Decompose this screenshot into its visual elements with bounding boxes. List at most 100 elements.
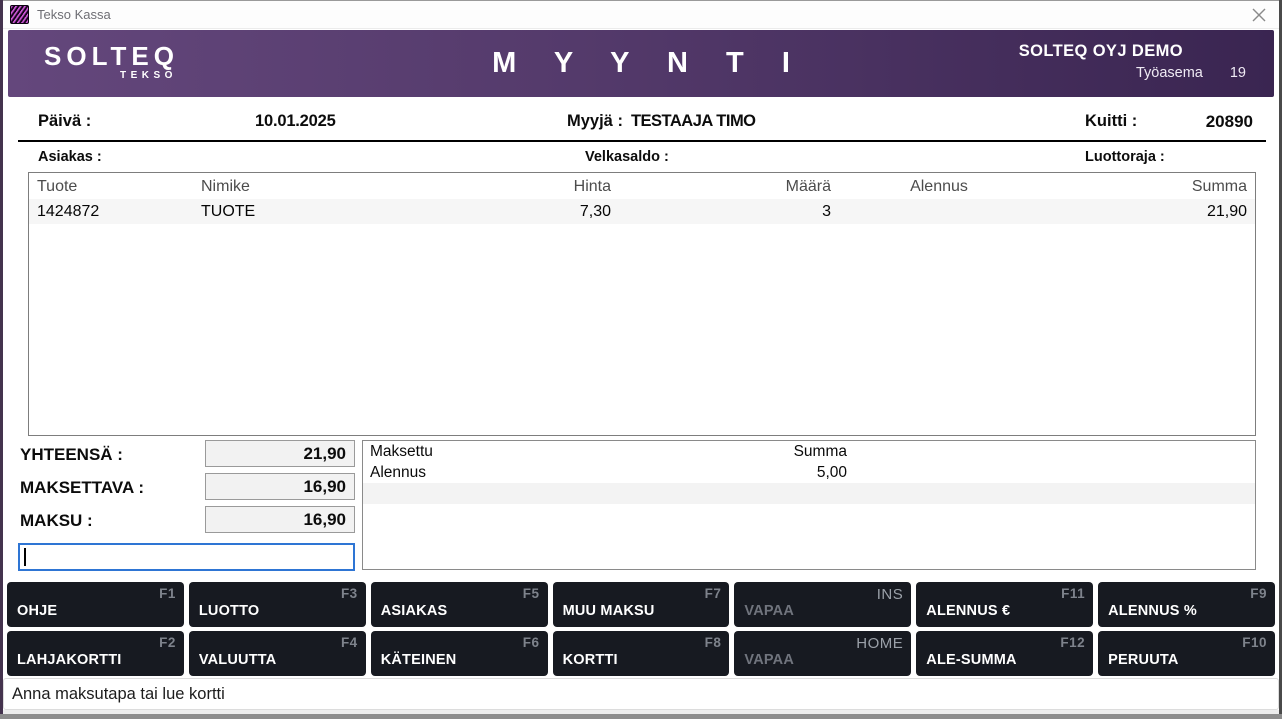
cell-tuote: 1424872 xyxy=(29,199,193,224)
button-vapaa-home: VAPAA HOME xyxy=(734,631,911,676)
app-header: SOLTEQ TEKSO M Y Y N T I SOLTEQ OYJ DEMO… xyxy=(8,30,1274,97)
col-header-tuote: Tuote xyxy=(29,173,193,199)
workstation-value: 19 xyxy=(1230,65,1246,81)
title-bar: Tekso Kassa xyxy=(3,1,1279,29)
payment-row-name: Alennus xyxy=(363,462,721,483)
status-bar: Anna maksutapa tai lue kortti xyxy=(3,678,1279,710)
button-key-hint: F3 xyxy=(341,586,358,601)
button-asiakas[interactable]: ASIAKAS F5 xyxy=(371,582,548,627)
cell-hinta: 7,30 xyxy=(421,199,619,224)
col-header-hinta: Hinta xyxy=(421,173,619,199)
items-table: Tuote Nimike Hinta Määrä Alennus Summa 1… xyxy=(28,172,1256,436)
total-label: YHTEENSÄ : xyxy=(20,445,123,465)
cell-summa: 21,90 xyxy=(1039,199,1255,224)
button-key-hint: F5 xyxy=(523,586,540,601)
header-right-block: SOLTEQ OYJ DEMO Työasema 19 xyxy=(1019,42,1260,81)
button-key-hint: HOME xyxy=(856,635,903,652)
button-key-hint: F2 xyxy=(159,635,176,650)
button-vapaa-ins: VAPAA INS xyxy=(734,582,911,627)
button-label: MUU MAKSU xyxy=(563,603,655,619)
button-alennus-pct[interactable]: ALENNUS % F9 xyxy=(1098,582,1275,627)
button-kortti[interactable]: KORTTI F8 xyxy=(553,631,730,676)
spacer xyxy=(721,483,849,504)
button-label: OHJE xyxy=(17,603,57,619)
button-ale-summa[interactable]: ALE-SUMMA F12 xyxy=(916,631,1093,676)
button-label: ALENNUS % xyxy=(1108,603,1197,619)
button-key-hint: INS xyxy=(877,586,904,603)
button-label: LUOTTO xyxy=(199,603,260,619)
button-key-hint: F1 xyxy=(159,586,176,601)
button-lahjakortti[interactable]: LAHJAKORTTI F2 xyxy=(7,631,184,676)
window-title: Tekso Kassa xyxy=(37,7,111,22)
button-label: VAPAA xyxy=(744,603,794,619)
workstation-row: Työasema 19 xyxy=(1019,65,1260,81)
customer-label: Asiakas : xyxy=(38,149,102,165)
receipt-label: Kuitti : xyxy=(1085,112,1137,131)
button-label: ALE-SUMMA xyxy=(926,652,1016,668)
button-valuutta[interactable]: VALUUTTA F4 xyxy=(189,631,366,676)
window-border-top xyxy=(0,0,1282,1)
col-header-summa: Summa xyxy=(1039,173,1255,199)
button-ohje[interactable]: OHJE F1 xyxy=(7,582,184,627)
debt-balance-label: Velkasaldo : xyxy=(585,149,669,165)
col-header-nimike: Nimike xyxy=(193,173,421,199)
button-key-hint: F10 xyxy=(1242,635,1267,650)
button-label: VAPAA xyxy=(744,652,794,668)
seller-value: TESTAAJA TIMO xyxy=(631,112,756,131)
company-name: SOLTEQ OYJ DEMO xyxy=(1019,42,1260,61)
button-kateinen[interactable]: KÄTEINEN F6 xyxy=(371,631,548,676)
status-message: Anna maksutapa tai lue kortti xyxy=(12,685,225,704)
button-label: LAHJAKORTTI xyxy=(17,652,122,668)
receipt-value: 20890 xyxy=(1206,112,1253,132)
button-key-hint: F7 xyxy=(705,586,722,601)
payment-row-discount: Alennus 5,00 xyxy=(363,462,1255,483)
payment-row-sum: 5,00 xyxy=(721,462,849,483)
button-key-hint: F8 xyxy=(705,635,722,650)
button-alennus-eur[interactable]: ALENNUS € F11 xyxy=(916,582,1093,627)
button-key-hint: F12 xyxy=(1060,635,1085,650)
button-label: ASIAKAS xyxy=(381,603,448,619)
seller-label: Myyjä : xyxy=(567,112,623,131)
payable-label: MAKSETTAVA : xyxy=(20,478,144,498)
button-label: VALUUTTA xyxy=(199,652,277,668)
button-label: KORTTI xyxy=(563,652,618,668)
button-key-hint: F9 xyxy=(1250,586,1267,601)
function-key-grid: OHJE F1 LUOTTO F3 ASIAKAS F5 MUU MAKSU F… xyxy=(7,582,1275,676)
paid-header: Maksettu xyxy=(363,441,721,462)
spacer xyxy=(363,483,721,504)
button-luotto[interactable]: LUOTTO F3 xyxy=(189,582,366,627)
spacer xyxy=(849,441,1255,462)
button-peruuta[interactable]: PERUUTA F10 xyxy=(1098,631,1275,676)
items-table-header: Tuote Nimike Hinta Määrä Alennus Summa xyxy=(29,173,1255,199)
cell-maara: 3 xyxy=(619,199,839,224)
payment-value: 16,90 xyxy=(205,506,355,533)
seller-group: Myyjä : TESTAAJA TIMO xyxy=(567,112,756,131)
close-icon[interactable] xyxy=(1250,6,1268,24)
button-key-hint: F6 xyxy=(523,635,540,650)
payment-input[interactable] xyxy=(18,543,355,571)
cell-alennus xyxy=(839,199,1039,224)
col-header-maara: Määrä xyxy=(619,173,839,199)
payable-value: 16,90 xyxy=(205,473,355,500)
header-divider-line xyxy=(18,140,1266,142)
workstation-label: Työasema xyxy=(1136,65,1203,81)
text-caret xyxy=(24,548,26,566)
payment-row-empty xyxy=(363,483,1255,504)
total-value: 21,90 xyxy=(205,440,355,467)
window-border-bottom xyxy=(0,714,1282,719)
window-border-left xyxy=(0,0,3,719)
credit-limit-label: Luottoraja : xyxy=(1085,149,1165,165)
button-label: PERUUTA xyxy=(1108,652,1178,668)
sum-header: Summa xyxy=(721,441,849,462)
button-label: ALENNUS € xyxy=(926,603,1010,619)
table-row[interactable]: 1424872 TUOTE 7,30 3 21,90 xyxy=(29,199,1255,224)
button-muu-maksu[interactable]: MUU MAKSU F7 xyxy=(553,582,730,627)
cell-nimike: TUOTE xyxy=(193,199,421,224)
button-key-hint: F4 xyxy=(341,635,358,650)
payments-header-row: Maksettu Summa xyxy=(363,441,1255,462)
app-logo-icon xyxy=(10,5,29,24)
button-key-hint: F11 xyxy=(1061,586,1085,601)
spacer xyxy=(849,462,1255,483)
payment-label: MAKSU : xyxy=(20,511,93,531)
spacer xyxy=(849,483,1255,504)
